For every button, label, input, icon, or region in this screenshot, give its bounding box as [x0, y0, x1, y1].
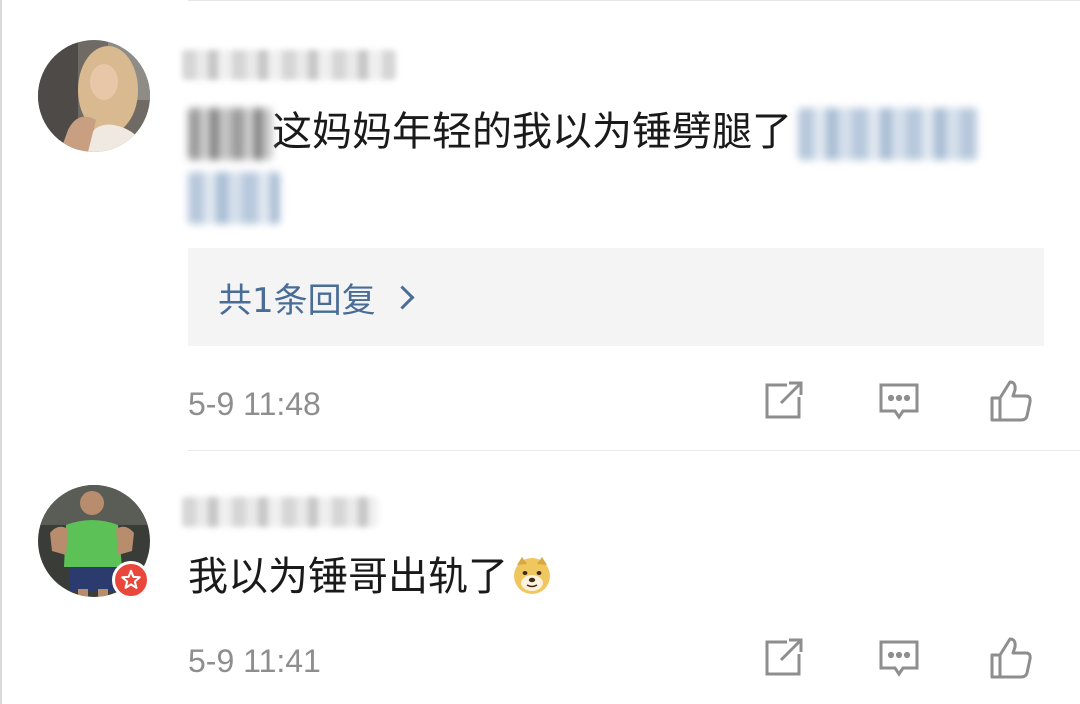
share-edit-icon[interactable]	[758, 633, 808, 683]
timestamp: 5-9 11:41	[188, 643, 321, 679]
comment-text-line2	[188, 168, 280, 224]
chevron-right-icon	[390, 284, 415, 310]
comment-bubble-icon[interactable]	[874, 633, 924, 683]
blurred-text	[188, 108, 272, 160]
comment-meta: 5-9 11:48	[188, 376, 1080, 436]
comment-text: 我以为锤哥出轨了	[188, 549, 552, 605]
comment-meta: 5-9 11:41	[188, 633, 1080, 693]
verified-badge-icon	[112, 561, 150, 599]
avatar[interactable]	[38, 40, 150, 152]
username-blurred[interactable]	[182, 50, 396, 80]
thumbs-up-icon[interactable]	[986, 633, 1036, 683]
comment-body-text: 这妈妈年轻的我以为锤劈腿了	[272, 109, 792, 155]
comment-body-text: 我以为锤哥出轨了	[188, 554, 508, 600]
comment-item: 这妈妈年轻的我以为锤劈腿了 共1条回复 5-9 11:48	[0, 0, 1080, 450]
share-edit-icon[interactable]	[758, 376, 808, 426]
comment-list: 这妈妈年轻的我以为锤劈腿了 共1条回复 5-9 11:48 我以为锤哥出轨了 5…	[0, 0, 1080, 704]
reply-summary[interactable]: 共1条回复	[188, 248, 1044, 346]
blurred-mention	[798, 108, 978, 160]
doge-emoji-icon	[514, 557, 550, 594]
reply-count-link[interactable]: 共1条回复	[218, 273, 376, 322]
comment-text: 这妈妈年轻的我以为锤劈腿了	[188, 104, 978, 160]
comment-bubble-icon[interactable]	[874, 376, 924, 426]
comment-item: 我以为锤哥出轨了 5-9 11:41	[0, 451, 1080, 704]
username-blurred[interactable]	[182, 497, 378, 527]
blurred-mention	[188, 172, 280, 224]
timestamp: 5-9 11:48	[188, 386, 321, 422]
thumbs-up-icon[interactable]	[986, 376, 1036, 426]
